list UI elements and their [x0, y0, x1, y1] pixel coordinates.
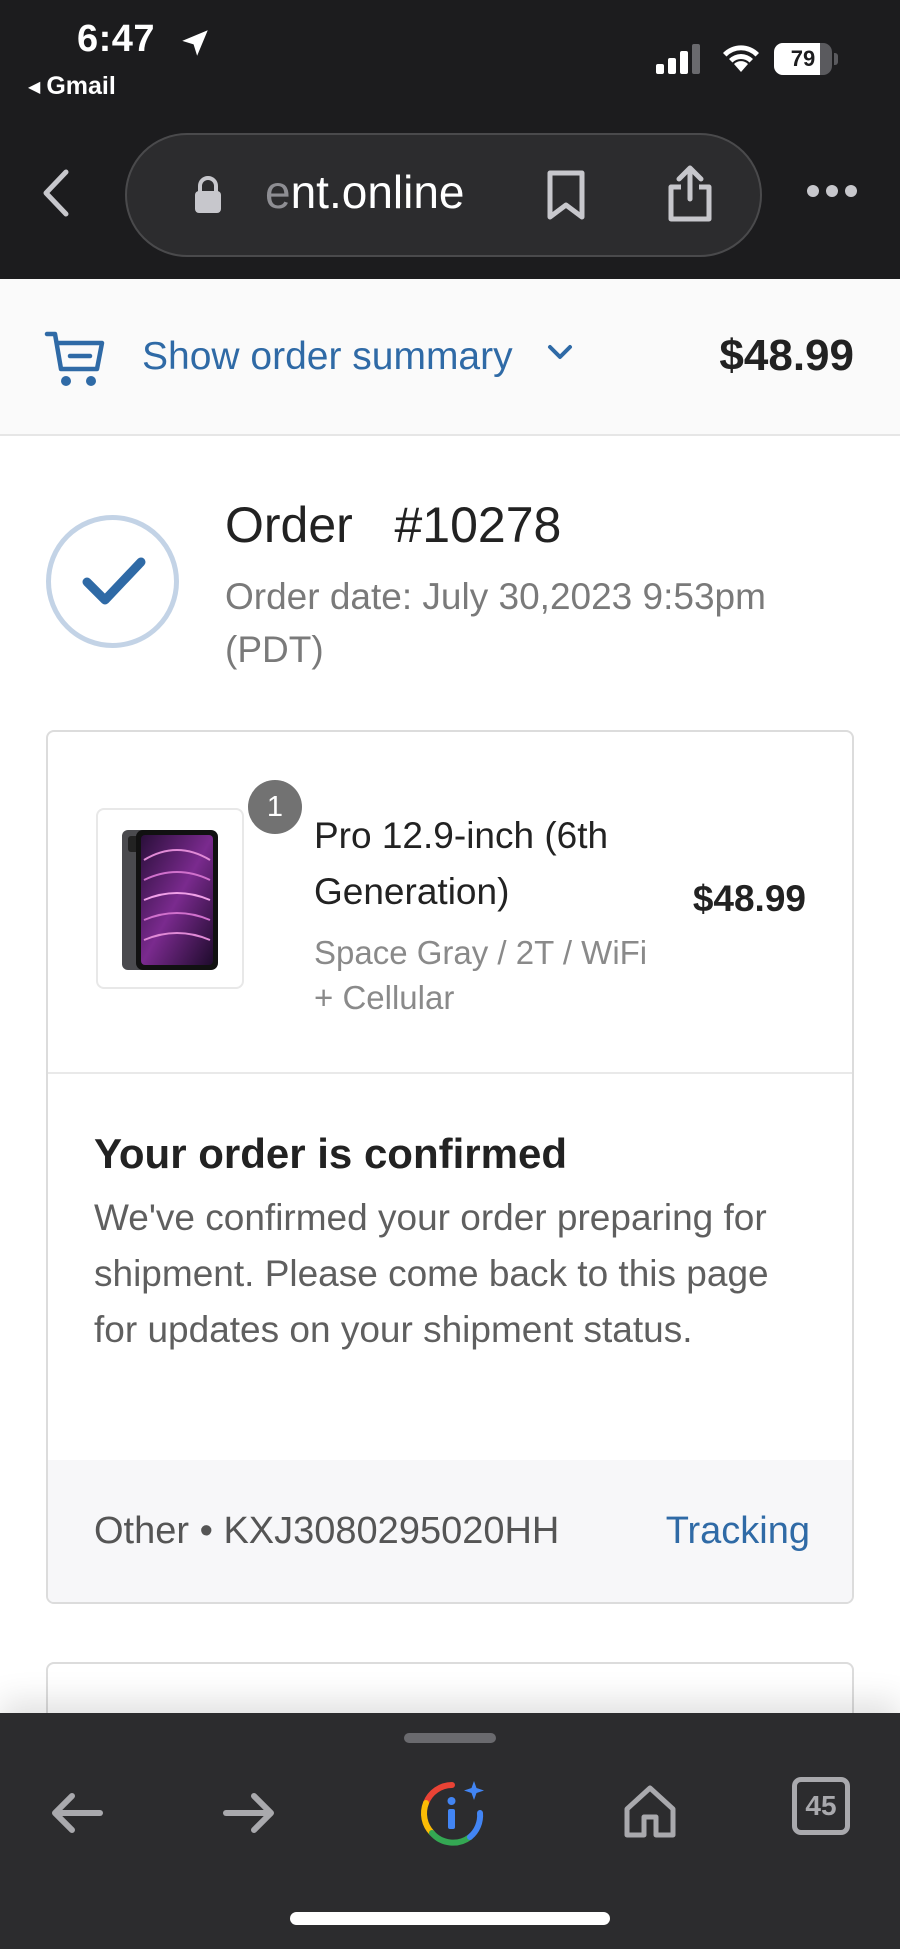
wifi-icon — [720, 42, 762, 79]
back-to-app-link[interactable]: ◀ Gmail — [28, 72, 116, 101]
location-arrow-icon — [178, 26, 212, 65]
url-domain: nt.online — [290, 166, 465, 218]
back-triangle-icon: ◀ — [28, 79, 41, 96]
forward-arrow-icon[interactable] — [222, 1791, 276, 1840]
tabs-icon[interactable]: 45 — [792, 1777, 850, 1835]
cellular-signal-icon — [656, 44, 704, 79]
order-date: Order date: July 30,2023 9:53pm (PDT) — [225, 576, 766, 670]
order-confirmed-check — [46, 515, 179, 648]
confirmation-title: Your order is confirmed — [94, 1130, 567, 1177]
chevron-down-icon — [546, 343, 574, 366]
browser-top-bar: 6:47 ◀ Gmail 79 ent.online — [0, 0, 900, 279]
status-time: 6:47 — [77, 18, 156, 60]
cart-icon — [44, 329, 106, 396]
product-variant: Space Gray / 2T / WiFi + Cellular — [314, 934, 648, 1016]
quantity-badge: 1 — [248, 780, 302, 834]
battery-icon: 79 — [774, 43, 838, 75]
share-icon[interactable] — [665, 165, 715, 228]
home-icon[interactable] — [622, 1783, 678, 1844]
tracking-link[interactable]: Tracking — [666, 1510, 810, 1553]
divider — [48, 1072, 852, 1074]
more-options-icon[interactable] — [806, 184, 858, 203]
url-text[interactable]: ent.online — [265, 165, 465, 219]
home-indicator — [290, 1912, 610, 1925]
screen: 6:47 ◀ Gmail 79 ent.online Show order su… — [0, 0, 900, 1949]
order-total: $48.99 — [719, 331, 854, 380]
order-card: 1 Pro 12.9-inch (6th Generation) Space G… — [46, 730, 854, 1604]
order-summary-toggle[interactable]: Show order summary $48.99 — [0, 279, 900, 436]
battery-body: 79 — [774, 43, 832, 75]
tracking-number: Other • KXJ3080295020HH — [94, 1510, 560, 1552]
back-chevron-icon[interactable] — [38, 168, 78, 220]
product-name: Pro 12.9-inch (6th Generation) — [314, 815, 609, 912]
back-arrow-icon[interactable] — [50, 1791, 104, 1840]
tracking-row: Other • KXJ3080295020HH Tracking — [48, 1460, 852, 1602]
confirmation-message: We've confirmed your order preparing for… — [94, 1197, 769, 1350]
battery-tip — [834, 53, 838, 65]
google-lens-icon[interactable] — [418, 1779, 486, 1852]
product-image — [96, 808, 244, 989]
battery-percent: 79 — [790, 46, 816, 71]
url-faded-prefix: e — [265, 166, 291, 218]
sheet-grabber[interactable] — [404, 1733, 496, 1743]
back-app-label: Gmail — [46, 72, 116, 100]
order-number: Order #10278 — [225, 497, 562, 553]
lock-icon — [193, 175, 223, 220]
address-bar[interactable]: ent.online — [125, 133, 762, 257]
bookmark-icon[interactable] — [545, 169, 587, 226]
show-order-summary-link[interactable]: Show order summary — [142, 335, 513, 379]
product-price: $48.99 — [692, 878, 806, 919]
